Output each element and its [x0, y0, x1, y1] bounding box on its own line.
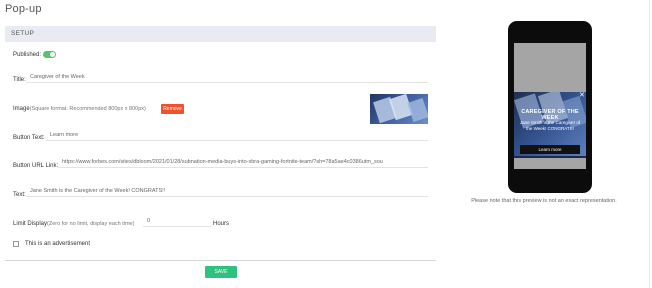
- limit-display-label-text: Limit Display: [13, 221, 48, 227]
- text-input[interactable]: Jane Smith is the Caregiver of the Week!…: [26, 187, 428, 197]
- published-toggle[interactable]: [43, 51, 56, 58]
- advertisement-label: This is an advertisement: [25, 241, 91, 247]
- preview-note: Please note that this preview is not an …: [471, 198, 617, 204]
- image-label: Image(Square format. Recommended 800px x…: [13, 106, 146, 112]
- limit-display-unit: Hours: [213, 221, 230, 227]
- button-text-input[interactable]: Learn more: [46, 131, 428, 141]
- section-header-setup: SETUP: [5, 26, 436, 42]
- advertisement-checkbox[interactable]: [13, 241, 19, 247]
- phone-screen: CAREGIVER OF THE WEEK Jane Smith is the …: [514, 43, 586, 169]
- published-label: Published:: [13, 52, 42, 58]
- image-thumbnail: [370, 94, 428, 124]
- limit-display-input[interactable]: 0: [143, 217, 211, 227]
- button-url-input[interactable]: https://www.forbes.com/sites/dbloom/2021…: [58, 158, 428, 168]
- title-label: Title:: [13, 77, 26, 83]
- limit-display-hint: (Zero for no limit, display each time): [47, 221, 135, 227]
- button-url-label: Button URL Link:: [13, 163, 59, 169]
- text-label: Text:: [13, 192, 26, 198]
- close-icon[interactable]: ✕: [579, 92, 585, 99]
- title-input[interactable]: Caregiver of the Week: [26, 73, 428, 83]
- popup-text: Jane Smith is the Caregiver of the Week!…: [519, 120, 581, 131]
- save-button[interactable]: SAVE: [205, 266, 237, 278]
- page-title: Pop-up: [5, 3, 42, 15]
- popup-learn-more-button[interactable]: Learn more: [520, 145, 580, 154]
- form-divider: [5, 260, 436, 261]
- phone-preview: CAREGIVER OF THE WEEK Jane Smith is the …: [508, 21, 592, 193]
- limit-display-label: Limit Display(Zero for no limit, display…: [13, 221, 134, 227]
- image-hint: (Square format. Recommended 800px x 800p…: [29, 106, 146, 112]
- right-border: [649, 0, 650, 288]
- popup-preview: CAREGIVER OF THE WEEK Jane Smith is the …: [514, 92, 586, 158]
- button-text-label: Button Text:: [13, 135, 45, 141]
- remove-image-button[interactable]: Remove: [161, 104, 184, 114]
- image-label-text: Image: [13, 106, 30, 112]
